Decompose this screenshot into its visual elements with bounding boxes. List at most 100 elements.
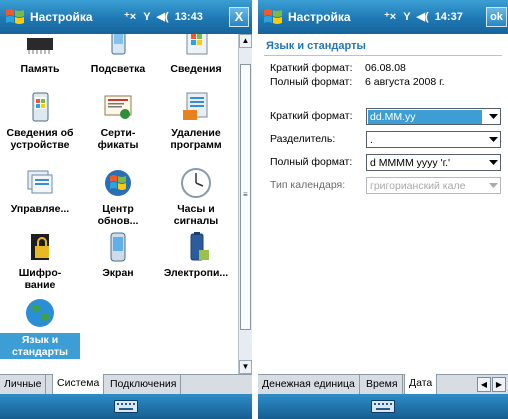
short-format-select[interactable]: dd.MM.yy [366, 108, 501, 125]
certificate-icon [104, 95, 132, 119]
settings-item-label: Электропи... [163, 267, 229, 279]
settings-item-screen[interactable]: Экран [78, 230, 158, 279]
info-key: Краткий формат: [270, 62, 353, 74]
settings-item-label: Управляе... [10, 203, 70, 215]
tab-scroll-left-icon[interactable]: ◀ [477, 377, 491, 392]
status-icons[interactable]: ⁺× Y ◀( 14:37 [384, 10, 463, 23]
clock-icon [181, 168, 211, 198]
settings-item-language[interactable]: Язык и стандарты [0, 296, 80, 359]
settings-item-info[interactable]: Сведения [156, 34, 236, 75]
info-key: Полный формат: [270, 76, 353, 88]
grip-icon: ≡ [243, 190, 248, 199]
chevron-down-icon[interactable] [485, 132, 500, 147]
globe-icon [26, 299, 54, 327]
status-icons[interactable]: ⁺× Y ◀( 13:43 [124, 10, 203, 23]
settings-grid: Память Подсветка Сведения Сведения об ус… [0, 34, 238, 374]
tab-connections[interactable]: Подключения [106, 375, 182, 394]
select-value: d MMMM yyyy 'г.' [370, 157, 451, 169]
signal-icon: Y [403, 11, 411, 23]
backlight-phone-icon [111, 34, 126, 55]
field-label: Краткий формат: [270, 110, 353, 122]
soft-key-bar [258, 394, 508, 419]
settings-item-label: Язык и стандарты [0, 333, 80, 359]
settings-item-manage[interactable]: Управляе... [0, 166, 80, 215]
left-title-bar: Настройка ⁺× Y ◀( 13:43 X [0, 0, 252, 34]
keyboard-icon[interactable] [371, 400, 395, 413]
field-label: Разделитель: [270, 133, 336, 145]
tab-personal[interactable]: Личные [0, 375, 47, 394]
settings-item-backlight[interactable]: Подсветка [78, 34, 158, 75]
scroll-thumb[interactable]: ≡ [240, 64, 251, 330]
scroll-down-icon[interactable]: ▼ [239, 360, 252, 374]
settings-item-clock[interactable]: Часы и сигналы [156, 166, 236, 227]
tab-system[interactable]: Система [52, 374, 105, 394]
settings-item-memory[interactable]: Память [0, 34, 80, 75]
right-screen: Настройка ⁺× Y ◀( 14:37 ok Язык и станда… [258, 0, 508, 419]
connectivity-icon: ⁺× [124, 11, 137, 23]
settings-item-update-center[interactable]: Центр обнов... [78, 166, 158, 227]
select-value: . [370, 134, 373, 146]
tab-scroll-right-icon[interactable]: ▶ [492, 377, 506, 392]
soft-key-bar [0, 394, 252, 419]
settings-item-device-info[interactable]: Сведения об устройстве [0, 90, 80, 151]
scroll-up-icon[interactable]: ▲ [239, 34, 252, 48]
tab-currency[interactable]: Денежная единица [258, 375, 360, 394]
update-center-icon [105, 170, 131, 196]
left-tab-bar: Личные Система Подключения [0, 374, 252, 394]
windows-start-icon[interactable] [4, 6, 26, 28]
info-value: 06.08.08 [365, 62, 406, 74]
settings-item-label: Подсветка [90, 63, 146, 75]
settings-item-certificates[interactable]: Серти- фикаты [78, 90, 158, 151]
device-info-icon [32, 92, 49, 122]
window-title: Настройка [30, 10, 93, 24]
keyboard-icon[interactable] [114, 400, 138, 413]
long-format-select[interactable]: d MMMM yyyy 'г.' [366, 154, 501, 171]
page-title: Язык и стандарты [266, 40, 366, 52]
settings-item-remove-programs[interactable]: Удаление программ [156, 90, 236, 151]
memory-chip-icon [27, 38, 53, 54]
tab-date[interactable]: Дата [404, 374, 438, 394]
settings-item-label: Удаление программ [170, 127, 222, 151]
field-label: Полный формат: [270, 156, 353, 168]
chevron-down-icon [485, 178, 500, 193]
close-button[interactable]: X [229, 7, 249, 27]
select-value: григорианский кале [370, 180, 466, 192]
windows-info-icon [186, 34, 208, 55]
separator-select[interactable]: . [366, 131, 501, 148]
info-row: Полный формат: 6 августа 2008 г. [270, 76, 445, 88]
right-tab-bar: Денежная единица Время Дата ◀ ▶ [258, 374, 508, 394]
chevron-down-icon[interactable] [485, 109, 500, 124]
connectivity-icon: ⁺× [384, 11, 397, 23]
volume-icon: ◀( [416, 11, 429, 23]
vertical-scrollbar[interactable]: ▲ ≡ ▼ [238, 34, 252, 374]
settings-item-label: Серти- фикаты [97, 127, 139, 151]
manage-icon [27, 170, 53, 194]
settings-item-label: Сведения об устройстве [6, 127, 74, 151]
settings-item-label: Экран [102, 267, 134, 279]
clock-time: 14:37 [434, 11, 463, 23]
signal-icon: Y [143, 11, 151, 23]
info-value: 6 августа 2008 г. [365, 76, 445, 88]
field-label: Тип календаря: [270, 179, 346, 191]
select-value: dd.MM.yy [368, 110, 482, 124]
settings-item-power[interactable]: Электропи... [156, 230, 236, 279]
screen-icon [110, 232, 126, 262]
encryption-card-icon [31, 234, 49, 260]
settings-item-encryption[interactable]: Шифро- вание [0, 230, 80, 291]
calendar-type-select: григорианский кале [366, 177, 501, 194]
clock-time: 13:43 [174, 11, 203, 23]
right-title-bar: Настройка ⁺× Y ◀( 14:37 ok [258, 0, 508, 34]
remove-programs-icon [183, 92, 208, 120]
info-row: Краткий формат: 06.08.08 [270, 62, 406, 74]
volume-icon: ◀( [156, 11, 169, 23]
settings-item-label: Шифро- вание [18, 267, 62, 291]
settings-item-label: Сведения [170, 63, 222, 75]
ok-button[interactable]: ok [486, 7, 507, 27]
battery-icon [190, 232, 209, 261]
settings-item-label: Центр обнов... [97, 203, 139, 227]
chevron-down-icon[interactable] [485, 155, 500, 170]
windows-start-icon[interactable] [262, 6, 284, 28]
title-divider [264, 55, 502, 56]
settings-item-label: Часы и сигналы [173, 203, 219, 227]
tab-time[interactable]: Время [362, 375, 403, 394]
